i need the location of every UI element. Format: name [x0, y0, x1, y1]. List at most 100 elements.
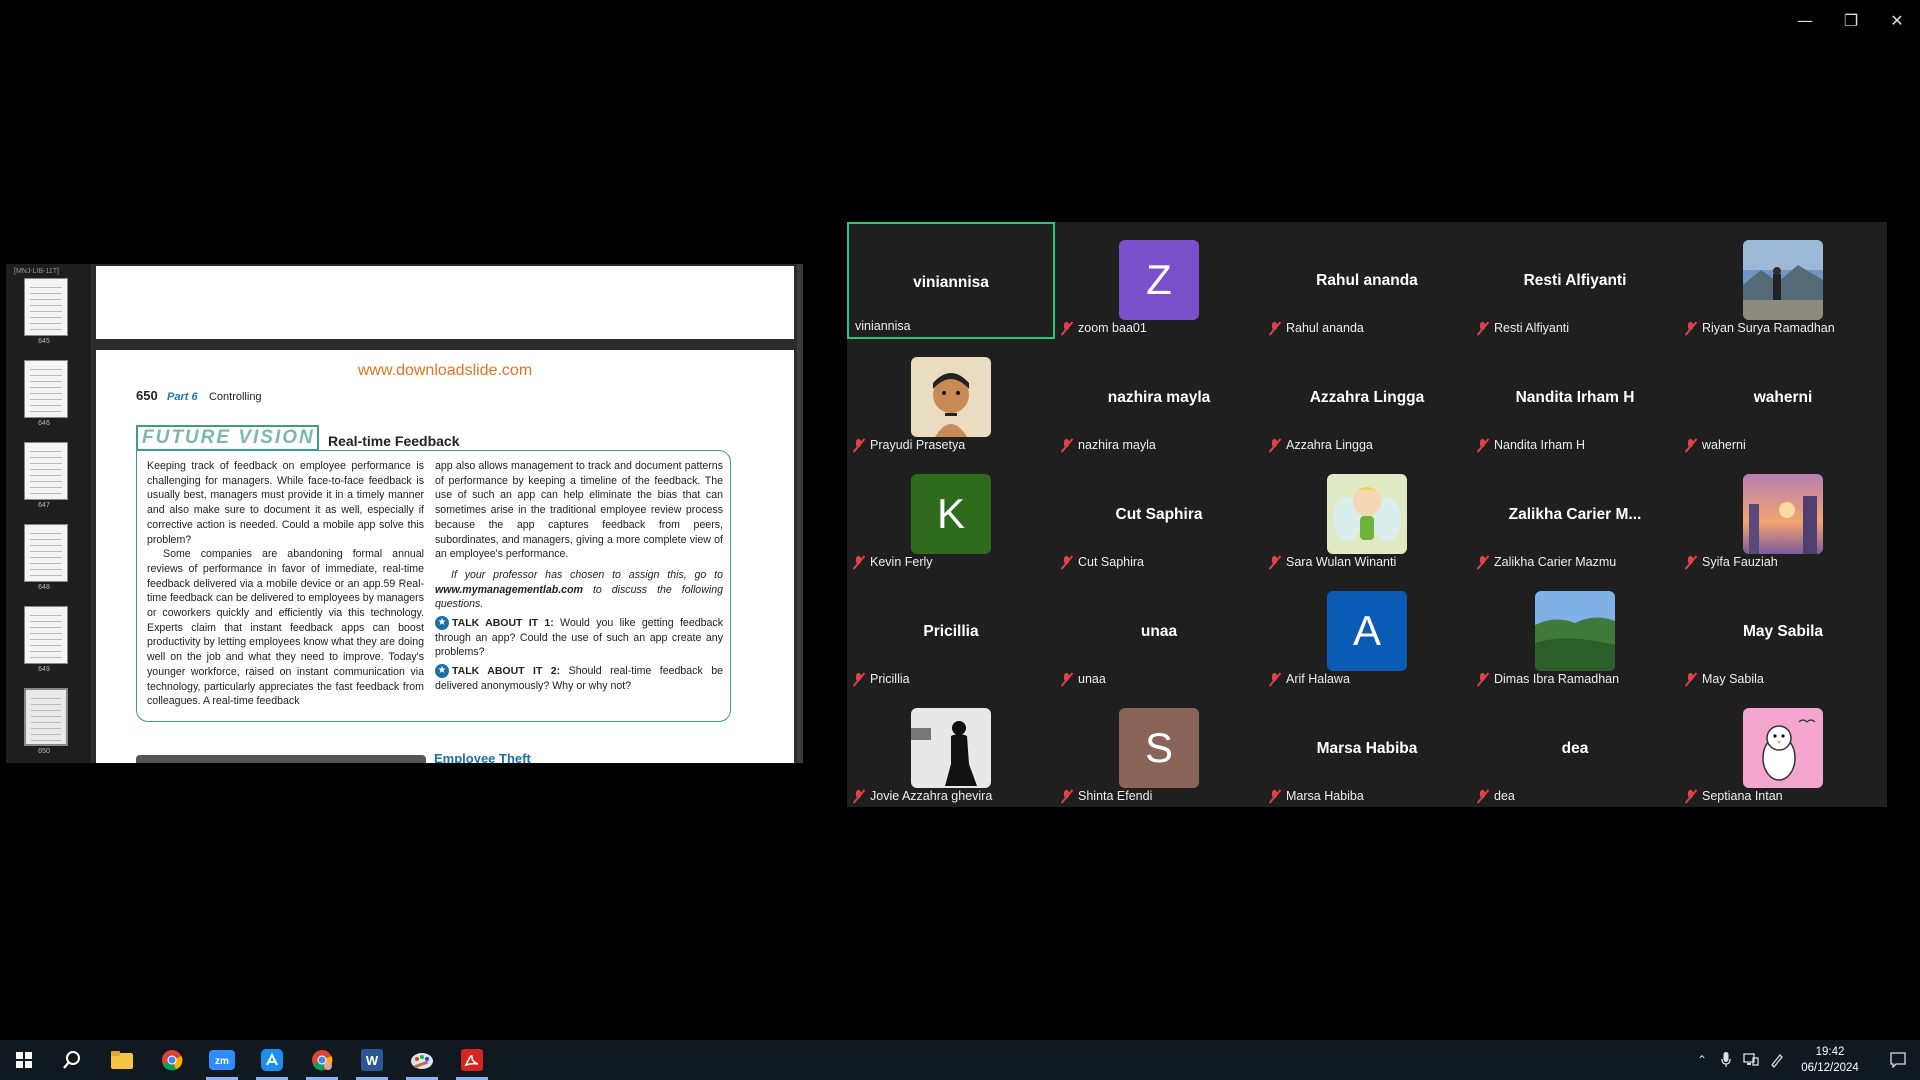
thumbnail-line — [30, 475, 62, 476]
thumbnail-line — [30, 411, 62, 412]
participant-name-label: unaa — [1061, 672, 1106, 686]
thumbnail-line — [30, 575, 62, 576]
participant-tile[interactable]: Rahul ananda Rahul ananda — [1263, 222, 1471, 339]
microphone-icon[interactable] — [1714, 1052, 1738, 1068]
participant-name-label: Riyan Surya Ramadhan — [1685, 321, 1835, 335]
participant-tile[interactable]: Zalikha Carier M... Zalikha Carier Mazmu — [1471, 456, 1679, 573]
participant-tile[interactable]: viniannisa viniannisa — [847, 222, 1055, 339]
participant-tile[interactable]: Nandita Irham H Nandita Irham H — [1471, 339, 1679, 456]
scrollbar[interactable] — [797, 264, 803, 763]
avatar-image — [1743, 240, 1823, 320]
thumbnail-page-number: 650 — [38, 748, 50, 755]
thumbnail-line — [30, 293, 62, 294]
thumbnail-line — [30, 329, 62, 330]
participant-tile[interactable]: Zzoom baa01 — [1055, 222, 1263, 339]
participant-display-name: nazhira mayla — [1107, 389, 1211, 406]
zoom-icon[interactable]: zm — [198, 1040, 246, 1080]
close-button[interactable]: ✕ — [1874, 0, 1920, 40]
participant-display-name: Azzahra Lingga — [1309, 389, 1425, 406]
participant-name-label: Nandita Irham H — [1477, 438, 1585, 452]
participant-tile[interactable]: Marsa Habiba Marsa Habiba — [1263, 690, 1471, 807]
participant-name: waherni — [1702, 438, 1746, 452]
participant-name: Resti Alfiyanti — [1494, 321, 1570, 335]
participant-name: Syifa Fauziah — [1702, 555, 1778, 569]
muted-mic-icon — [853, 672, 864, 686]
chrome-profile-icon[interactable] — [298, 1040, 346, 1080]
participant-tile[interactable]: A Arif Halawa — [1263, 573, 1471, 690]
avatar: K — [911, 474, 991, 554]
word-icon[interactable]: W — [348, 1040, 396, 1080]
page-thumbnail[interactable] — [24, 278, 68, 336]
participant-tile[interactable]: Dimas Ibra Ramadhan — [1471, 573, 1679, 690]
article-column-1: Keeping track of feedback on employee pe… — [147, 459, 424, 709]
thumbnail-line — [30, 621, 62, 622]
svg-text:zm: zm — [215, 1056, 229, 1067]
next-section-heading: Employee Theft — [434, 751, 531, 763]
chevron-up-icon[interactable]: ⌃ — [1690, 1053, 1714, 1067]
thumbnail-line — [30, 311, 62, 312]
participant-tile[interactable]: Syifa Fauziah — [1679, 456, 1887, 573]
participant-name-label: Shinta Efendi — [1061, 789, 1152, 803]
thumbnail-line — [30, 557, 62, 558]
participant-name: Azzahra Lingga — [1286, 438, 1373, 452]
page-thumbnail[interactable] — [24, 524, 68, 582]
thumbnail-page-number: 645 — [38, 338, 50, 345]
participant-tile[interactable]: waherni waherni — [1679, 339, 1887, 456]
participant-tile[interactable]: Prayudi Prasetya — [847, 339, 1055, 456]
participant-display-name: Resti Alfiyanti — [1523, 272, 1627, 289]
start-icon[interactable] — [0, 1040, 48, 1080]
participant-tile[interactable]: dea dea — [1471, 690, 1679, 807]
page-thumbnail[interactable] — [24, 442, 68, 500]
participant-tile[interactable]: nazhira mayla nazhira mayla — [1055, 339, 1263, 456]
page-thumbnail[interactable] — [24, 688, 68, 746]
app-store-icon[interactable] — [248, 1040, 296, 1080]
participant-tile[interactable]: Jovie Azzahra ghevira — [847, 690, 1055, 807]
participant-tile[interactable]: Azzahra Lingga Azzahra Lingga — [1263, 339, 1471, 456]
participant-name: Zalikha Carier Mazmu — [1494, 555, 1617, 569]
participant-tile[interactable]: unaa unaa — [1055, 573, 1263, 690]
participant-display-name: May Sabila — [1742, 623, 1824, 640]
thumbnail-line — [30, 463, 62, 464]
document-page[interactable]: www.downloadslide.com 650 Part 6 Control… — [96, 350, 794, 763]
avatar-image — [1535, 591, 1615, 671]
muted-mic-icon — [1061, 321, 1072, 335]
avatar: A — [1327, 591, 1407, 671]
thumbnail-line — [30, 627, 62, 628]
participant-name-label: Prayudi Prasetya — [853, 438, 965, 452]
pen-icon[interactable] — [1764, 1052, 1790, 1068]
participant-name: Sara Wulan Winanti — [1286, 555, 1397, 569]
participant-tile[interactable]: Riyan Surya Ramadhan — [1679, 222, 1887, 339]
muted-mic-icon — [1061, 438, 1072, 452]
network-icon[interactable] — [1738, 1053, 1764, 1067]
talk-about-1: ★ TALK ABOUT IT 1: Would you like getting… — [435, 616, 723, 660]
muted-mic-icon — [853, 438, 864, 452]
forest-landscape — [1535, 591, 1615, 671]
search-icon[interactable] — [48, 1040, 96, 1080]
silhouette-bw — [911, 708, 991, 788]
participant-tile[interactable]: S Shinta Efendi — [1055, 690, 1263, 807]
thumbnail-line — [30, 469, 62, 470]
talk-label: TALK ABOUT IT 2: — [452, 665, 561, 678]
acrobat-icon[interactable] — [448, 1040, 496, 1080]
thumbnail-line — [31, 722, 61, 723]
chrome-icon[interactable] — [148, 1040, 196, 1080]
participant-tile[interactable]: Septiana Intan — [1679, 690, 1887, 807]
participant-name: Jovie Azzahra ghevira — [870, 789, 993, 803]
clock[interactable]: 19:42 06/12/2024 — [1790, 1044, 1870, 1076]
thumbnail-line — [30, 457, 62, 458]
restore-button[interactable]: ❐ — [1828, 0, 1874, 40]
participant-tile[interactable]: May Sabila May Sabila — [1679, 573, 1887, 690]
paint-icon[interactable] — [398, 1040, 446, 1080]
file-explorer-icon[interactable] — [98, 1040, 146, 1080]
participant-tile[interactable]: Cut Saphira Cut Saphira — [1055, 456, 1263, 573]
page-thumbnail[interactable] — [24, 360, 68, 418]
participant-tile[interactable]: Resti Alfiyanti Resti Alfiyanti — [1471, 222, 1679, 339]
muted-mic-icon — [1685, 555, 1696, 569]
participant-tile[interactable]: K Kevin Ferly — [847, 456, 1055, 573]
participant-tile[interactable]: Sara Wulan Winanti — [1263, 456, 1471, 573]
minimize-button[interactable]: — — [1782, 0, 1828, 40]
page-thumbnail[interactable] — [24, 606, 68, 664]
notifications-icon[interactable] — [1876, 1052, 1920, 1068]
participant-display-name: viniannisa — [913, 274, 989, 291]
participant-tile[interactable]: Pricillia Pricillia — [847, 573, 1055, 690]
